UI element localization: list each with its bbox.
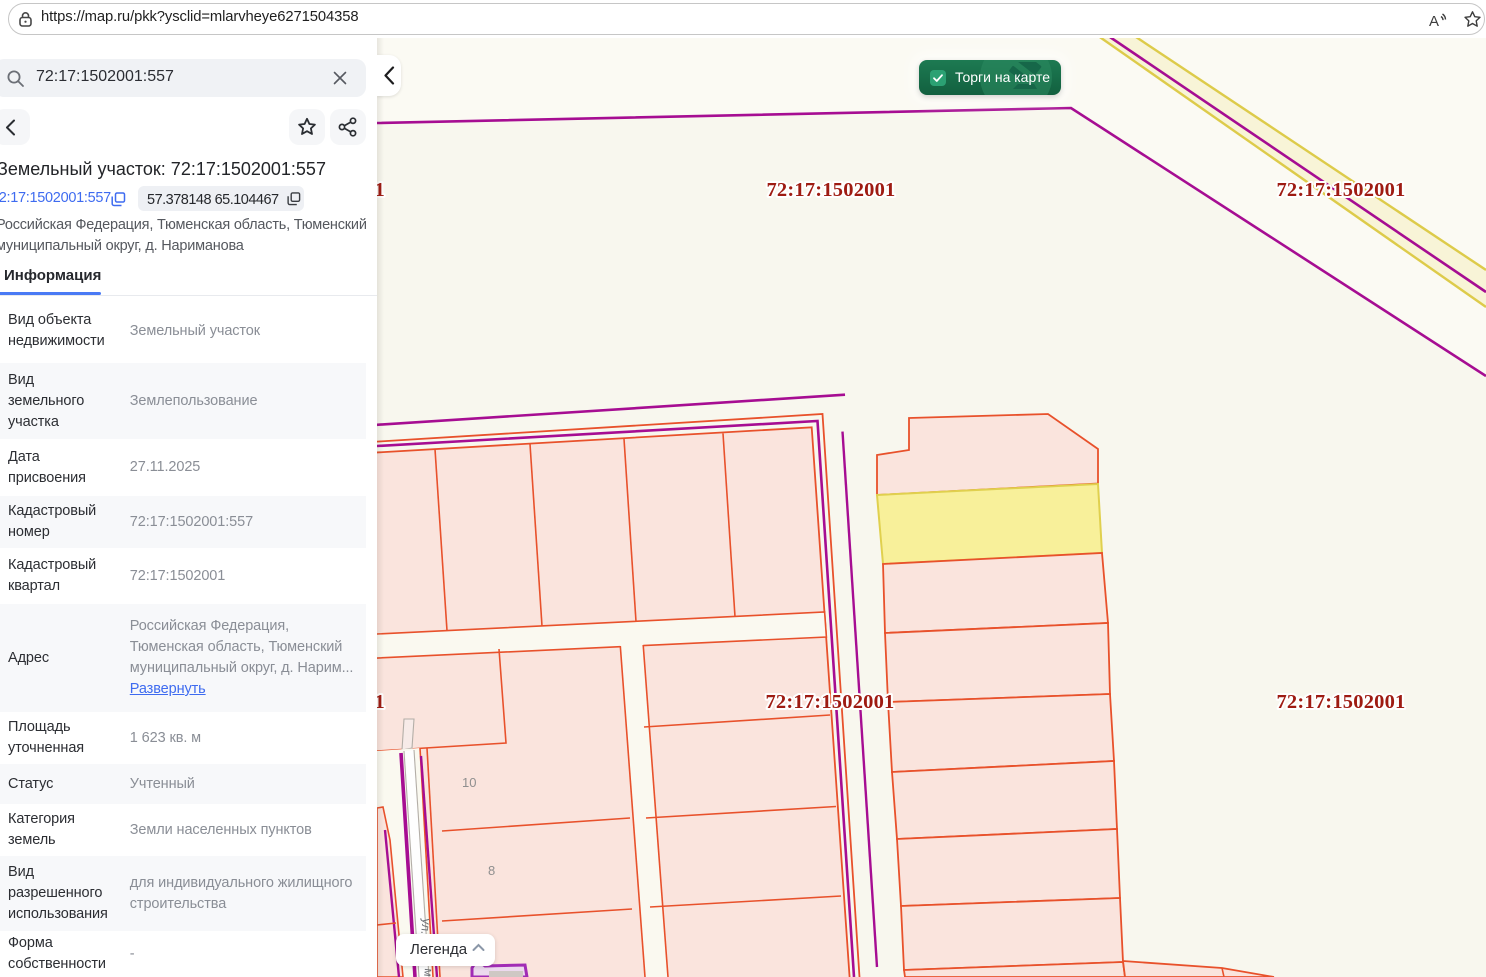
svg-text:72:17:1502001: 72:17:1502001 xyxy=(765,691,894,713)
svg-text:72:17:1502001: 72:17:1502001 xyxy=(1276,691,1405,713)
svg-text:м: м xyxy=(421,968,436,977)
svg-text:ул.: ул. xyxy=(418,918,434,936)
svg-text:10: 10 xyxy=(462,775,476,790)
svg-text:72:17:1502001: 72:17:1502001 xyxy=(766,179,895,201)
svg-text:72:17:1502001: 72:17:1502001 xyxy=(1276,179,1405,201)
svg-text:8: 8 xyxy=(488,863,495,878)
svg-text:A: A xyxy=(1429,13,1439,29)
